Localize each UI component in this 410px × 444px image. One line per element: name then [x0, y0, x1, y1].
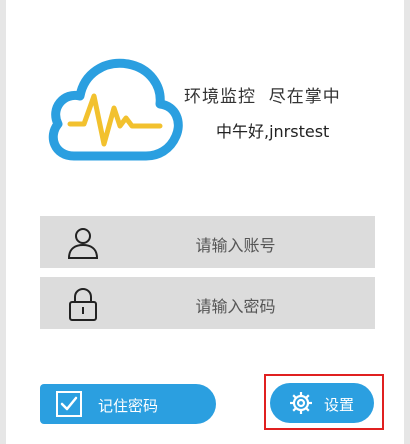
settings-label: 设置: [324, 396, 355, 414]
username-placeholder: 请输入账号: [195, 236, 276, 255]
window-frame-right: [404, 0, 410, 444]
password-field[interactable]: 请输入密码: [40, 277, 375, 329]
gear-icon: [288, 390, 314, 416]
settings-button[interactable]: 设置: [270, 383, 374, 423]
username-field[interactable]: 请输入账号: [40, 216, 375, 268]
cloud-pulse-icon: [44, 52, 184, 164]
window-frame-left: [0, 0, 6, 444]
password-placeholder: 请输入密码: [195, 297, 276, 316]
slogan: 环境监控 尽在掌中: [184, 87, 341, 107]
checkbox-icon[interactable]: [56, 391, 82, 417]
remember-password-label: 记住密码: [98, 397, 159, 415]
remember-password-button[interactable]: 记住密码: [40, 384, 216, 424]
greeting-text: 中午好,jnrstest: [216, 122, 330, 141]
